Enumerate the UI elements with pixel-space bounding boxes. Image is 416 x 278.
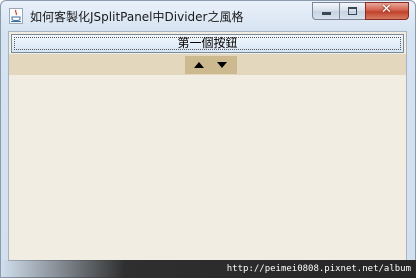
minimize-icon [322,12,331,15]
bottom-pane [9,75,406,260]
close-icon: ✕ [381,2,392,17]
maximize-icon [348,7,357,15]
first-button[interactable]: 第一個按鈕 [11,34,404,53]
one-touch-expand-controls [185,56,237,74]
minimize-button[interactable] [312,2,339,20]
watermark-bar: http://peimei0808.pixnet.net/album [0,260,416,278]
first-button-label: 第一個按鈕 [177,36,238,50]
maximize-button[interactable] [339,2,365,20]
arrow-down-icon[interactable] [217,62,227,68]
app-window: 如何客製化JSplitPanel中Divider之風格 ✕ 第一個按鈕 [0,0,416,278]
title-bar[interactable]: 如何客製化JSplitPanel中Divider之風格 ✕ [1,1,415,31]
window-title: 如何客製化JSplitPanel中Divider之風格 [30,10,244,24]
watermark-text: http://peimei0808.pixnet.net/album [226,264,411,274]
java-cup-icon[interactable] [9,8,23,24]
window-controls: ✕ [312,2,409,21]
split-divider[interactable] [9,54,406,75]
split-pane: 第一個按鈕 [8,31,407,261]
close-button[interactable]: ✕ [365,2,409,20]
arrow-up-icon[interactable] [194,62,204,68]
